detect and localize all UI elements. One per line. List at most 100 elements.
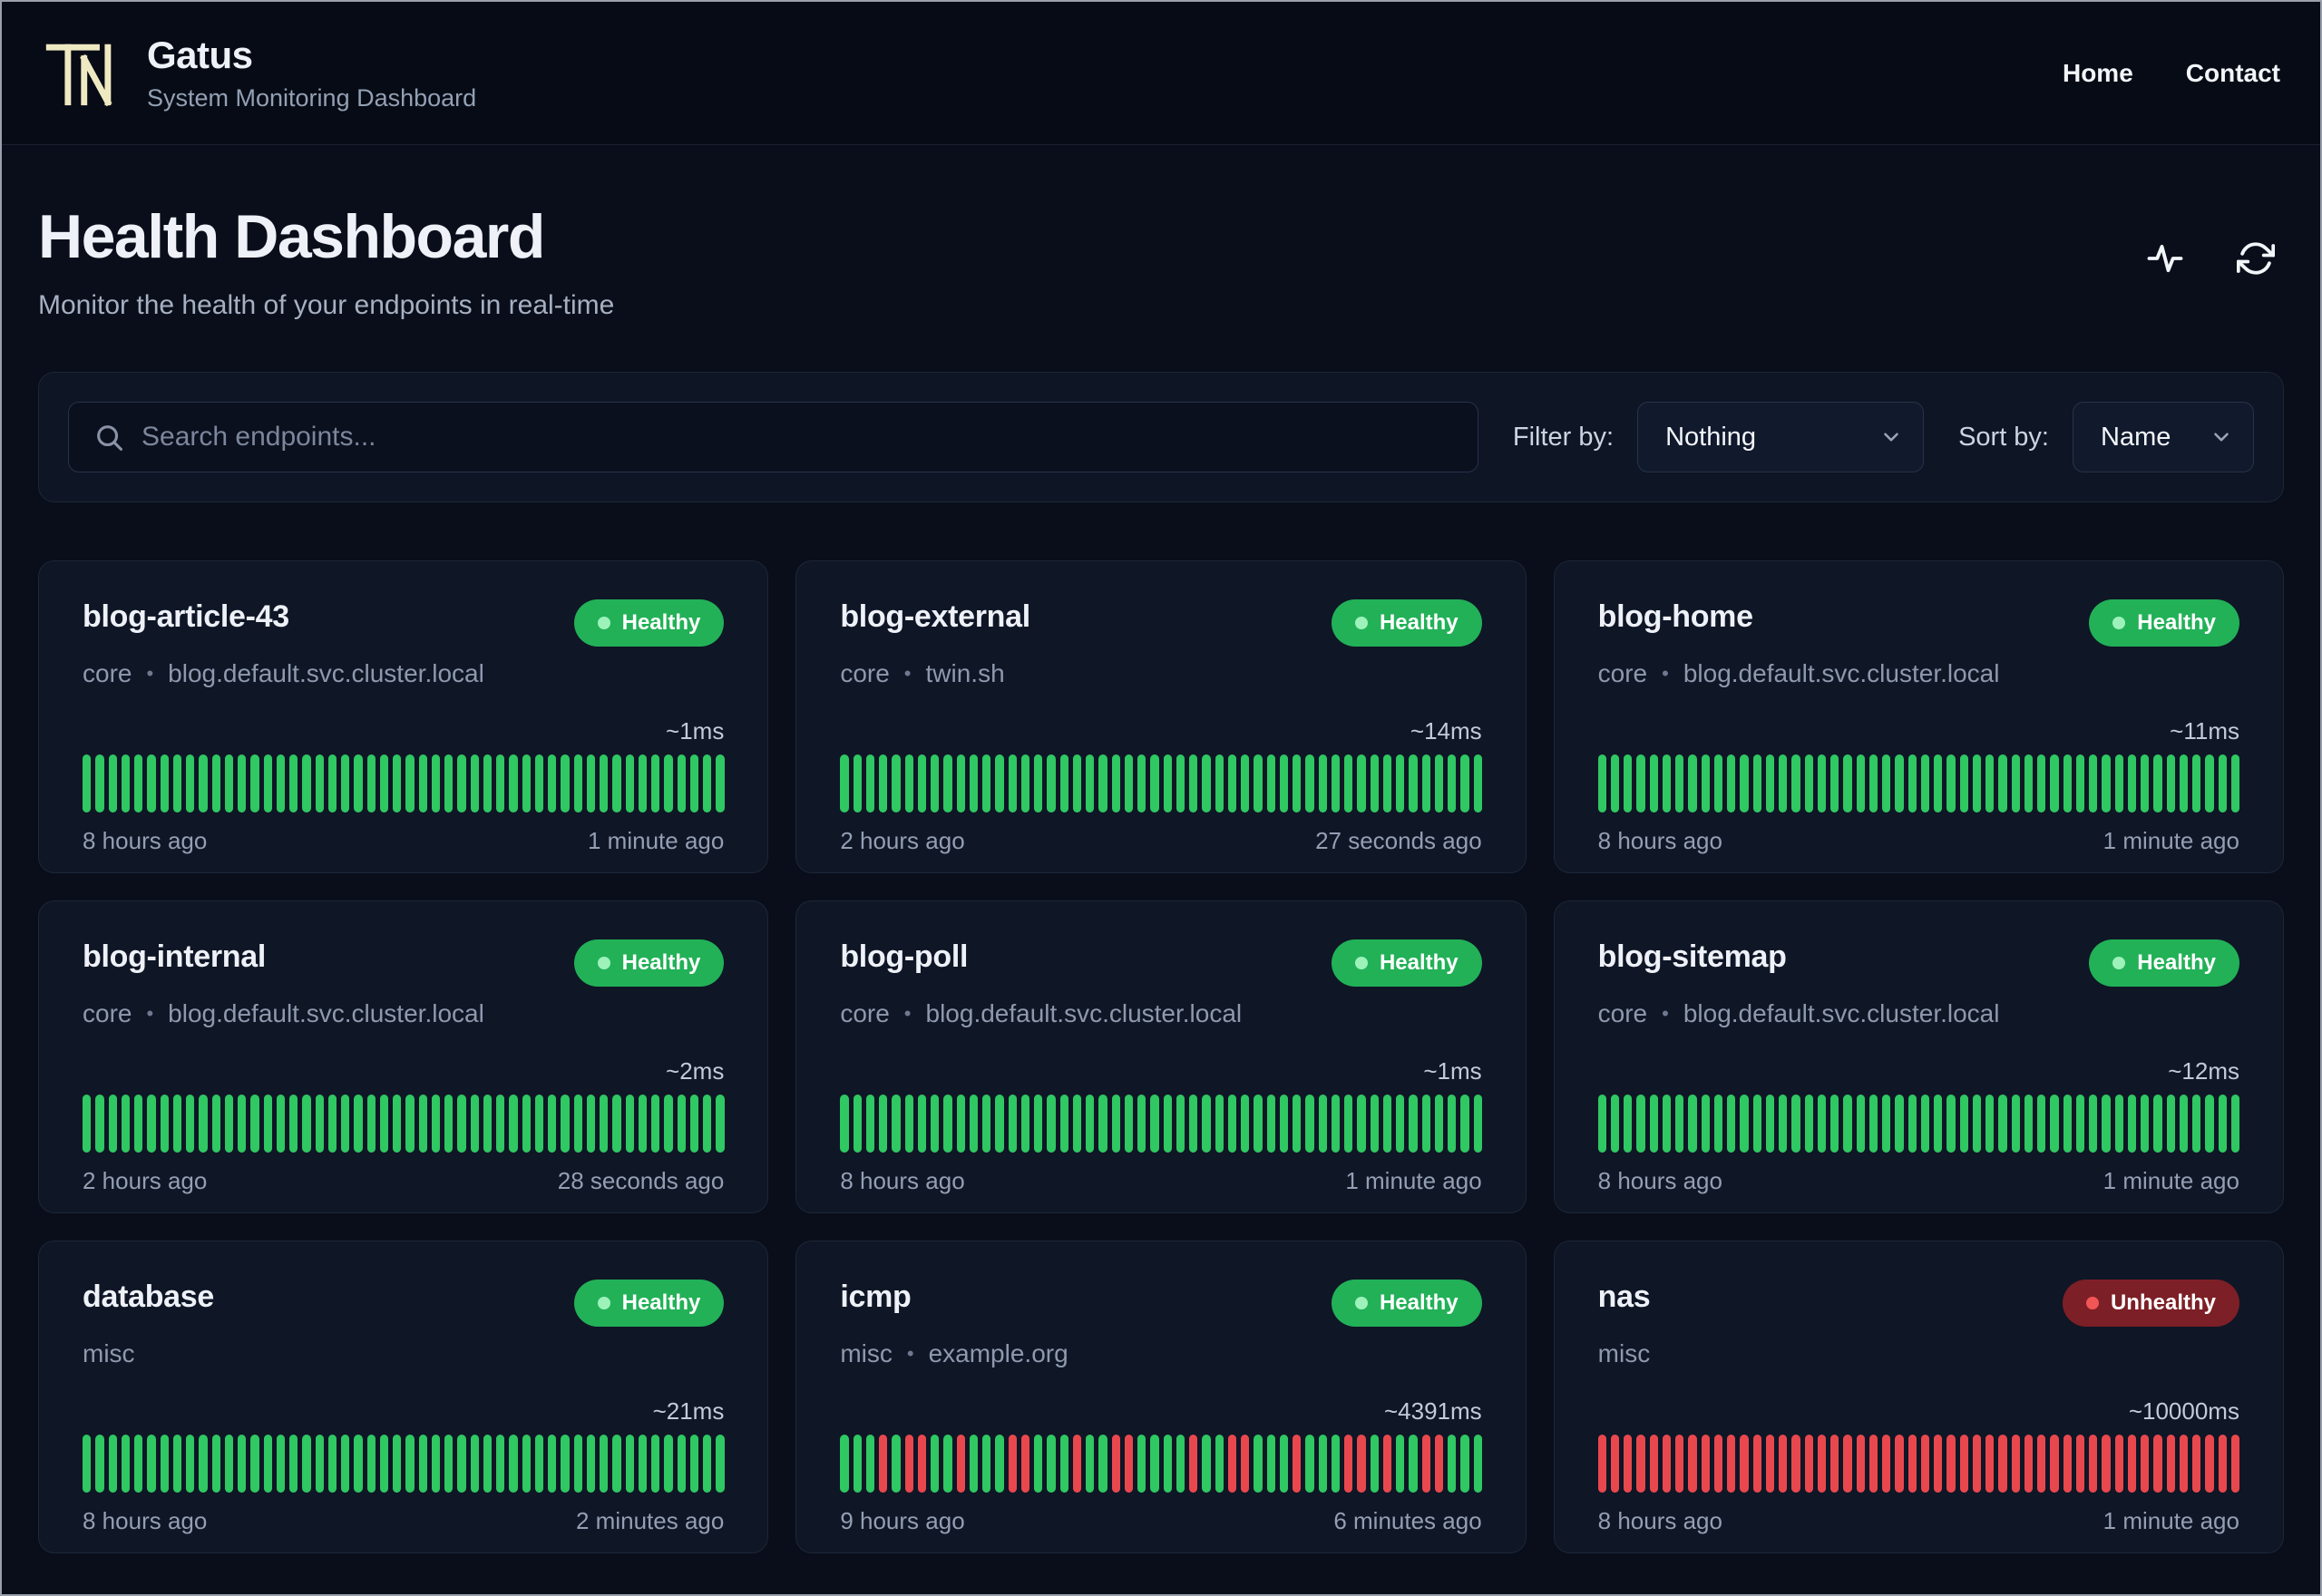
oldest-time-label: 2 hours ago	[840, 827, 965, 854]
status-label: Healthy	[621, 950, 701, 975]
healthy-bar	[289, 1095, 298, 1153]
endpoint-card[interactable]: blog-external Healthy core • twin.sh ~14…	[795, 560, 1527, 873]
healthy-bar	[483, 754, 492, 813]
healthy-bar	[917, 754, 927, 813]
healthy-bar	[1396, 1095, 1405, 1153]
endpoint-card[interactable]: nas Unhealthy misc ~10000ms 8 hours ago …	[1553, 1241, 2284, 1553]
healthy-bar	[853, 1095, 862, 1153]
unhealthy-bar	[1868, 1435, 1878, 1493]
search-input[interactable]	[68, 402, 1478, 472]
healthy-bar	[1059, 754, 1068, 813]
healthy-bar	[1344, 754, 1353, 813]
healthy-bar	[1137, 1435, 1146, 1493]
healthy-bar	[600, 1435, 609, 1493]
card-header: blog-internal Healthy	[83, 939, 725, 987]
healthy-bar	[1293, 754, 1302, 813]
healthy-bar	[1934, 754, 1943, 813]
hero-actions	[2146, 239, 2275, 277]
unhealthy-bar	[2179, 1435, 2189, 1493]
unhealthy-bar	[1972, 1435, 1982, 1493]
healthy-bar	[2166, 754, 2175, 813]
healthy-bar	[638, 754, 647, 813]
sort-select[interactable]: Name	[2073, 402, 2254, 472]
healthy-bar	[315, 1095, 324, 1153]
status-badge: Healthy	[573, 599, 725, 647]
healthy-bar	[1008, 754, 1017, 813]
filter-select[interactable]: Nothing	[1637, 402, 1925, 472]
filter-by-label: Filter by:	[1512, 422, 1615, 452]
healthy-bar	[1998, 754, 2007, 813]
healthy-bar	[1176, 1095, 1185, 1153]
healthy-bar	[211, 1095, 220, 1153]
healthy-bar	[444, 754, 454, 813]
healthy-bar	[393, 1435, 402, 1493]
unhealthy-bar	[1610, 1435, 1620, 1493]
healthy-bar	[418, 1095, 427, 1153]
healthy-bar	[1752, 1095, 1761, 1153]
endpoint-card[interactable]: blog-article-43 Healthy core • blog.defa…	[38, 560, 769, 873]
healthy-bar	[1421, 1095, 1430, 1153]
endpoint-meta: core • blog.default.svc.cluster.local	[1598, 659, 2239, 688]
healthy-bar	[716, 1435, 725, 1493]
healthy-bar	[534, 1095, 543, 1153]
endpoint-card[interactable]: icmp Healthy misc • example.org ~4391ms …	[795, 1241, 1527, 1553]
uptime-bar-chart	[840, 754, 1482, 813]
healthy-bar	[956, 1095, 965, 1153]
healthy-bar	[904, 754, 913, 813]
healthy-bar	[289, 754, 298, 813]
healthy-bar	[366, 1435, 376, 1493]
healthy-bar	[1098, 1435, 1107, 1493]
endpoint-card[interactable]: blog-internal Healthy core • blog.defaul…	[38, 900, 769, 1213]
healthy-bar	[522, 1435, 531, 1493]
healthy-bar	[341, 754, 350, 813]
healthy-bar	[586, 1435, 595, 1493]
healthy-bar	[186, 1435, 195, 1493]
nav-link-home[interactable]: Home	[2063, 59, 2133, 88]
refresh-button[interactable]	[2237, 239, 2275, 277]
healthy-bar	[651, 1435, 660, 1493]
status-badge: Healthy	[2089, 939, 2239, 987]
activity-toggle-button[interactable]	[2146, 239, 2184, 277]
brand-logo-icon[interactable]	[42, 32, 122, 115]
endpoint-card[interactable]: blog-home Healthy core • blog.default.sv…	[1553, 560, 2284, 873]
unhealthy-bar	[1421, 1435, 1430, 1493]
oldest-time-label: 8 hours ago	[1597, 1507, 1722, 1534]
card-header: blog-home Healthy	[1598, 599, 2239, 647]
unhealthy-bar	[1713, 1435, 1723, 1493]
status-label: Unhealthy	[2110, 1290, 2216, 1315]
latency-label: ~14ms	[1410, 717, 1482, 744]
unhealthy-bar	[1675, 1435, 1684, 1493]
endpoint-card[interactable]: blog-sitemap Healthy core • blog.default…	[1553, 900, 2284, 1213]
unhealthy-bar	[879, 1435, 888, 1493]
status-dot-icon	[2112, 957, 2126, 969]
healthy-bar	[1086, 1095, 1095, 1153]
healthy-bar	[1434, 1095, 1444, 1153]
sort-select-value: Name	[2101, 422, 2171, 452]
card-header: database Healthy	[83, 1280, 725, 1327]
healthy-bar	[2218, 1095, 2227, 1153]
nav-link-contact[interactable]: Contact	[2186, 59, 2280, 88]
unhealthy-bar	[2192, 1435, 2201, 1493]
healthy-bar	[1227, 1095, 1237, 1153]
healthy-bar	[2024, 1095, 2034, 1153]
endpoint-card[interactable]: database Healthy misc ~21ms 8 hours ago …	[38, 1241, 769, 1553]
healthy-bar	[931, 1435, 940, 1493]
healthy-bar	[108, 1435, 117, 1493]
healthy-bar	[1597, 754, 1606, 813]
chevron-down-icon	[1884, 433, 1898, 442]
endpoint-card[interactable]: blog-poll Healthy core • blog.default.sv…	[795, 900, 1527, 1213]
endpoint-name: blog-article-43	[83, 599, 289, 634]
healthy-bar	[1189, 754, 1198, 813]
uptime-bar-chart	[840, 1095, 1482, 1153]
healthy-bar	[1215, 754, 1224, 813]
healthy-bar	[457, 754, 466, 813]
healthy-bar	[1241, 1095, 1250, 1153]
unhealthy-bar	[1111, 1435, 1120, 1493]
healthy-bar	[95, 1435, 104, 1493]
healthy-bar	[1072, 1095, 1082, 1153]
healthy-bar	[677, 754, 686, 813]
unhealthy-bar	[2114, 1435, 2123, 1493]
main-content: Health Dashboard Monitor the health of y…	[2, 201, 2320, 1553]
status-label: Healthy	[2137, 610, 2216, 635]
latency-label: ~11ms	[2170, 717, 2239, 744]
